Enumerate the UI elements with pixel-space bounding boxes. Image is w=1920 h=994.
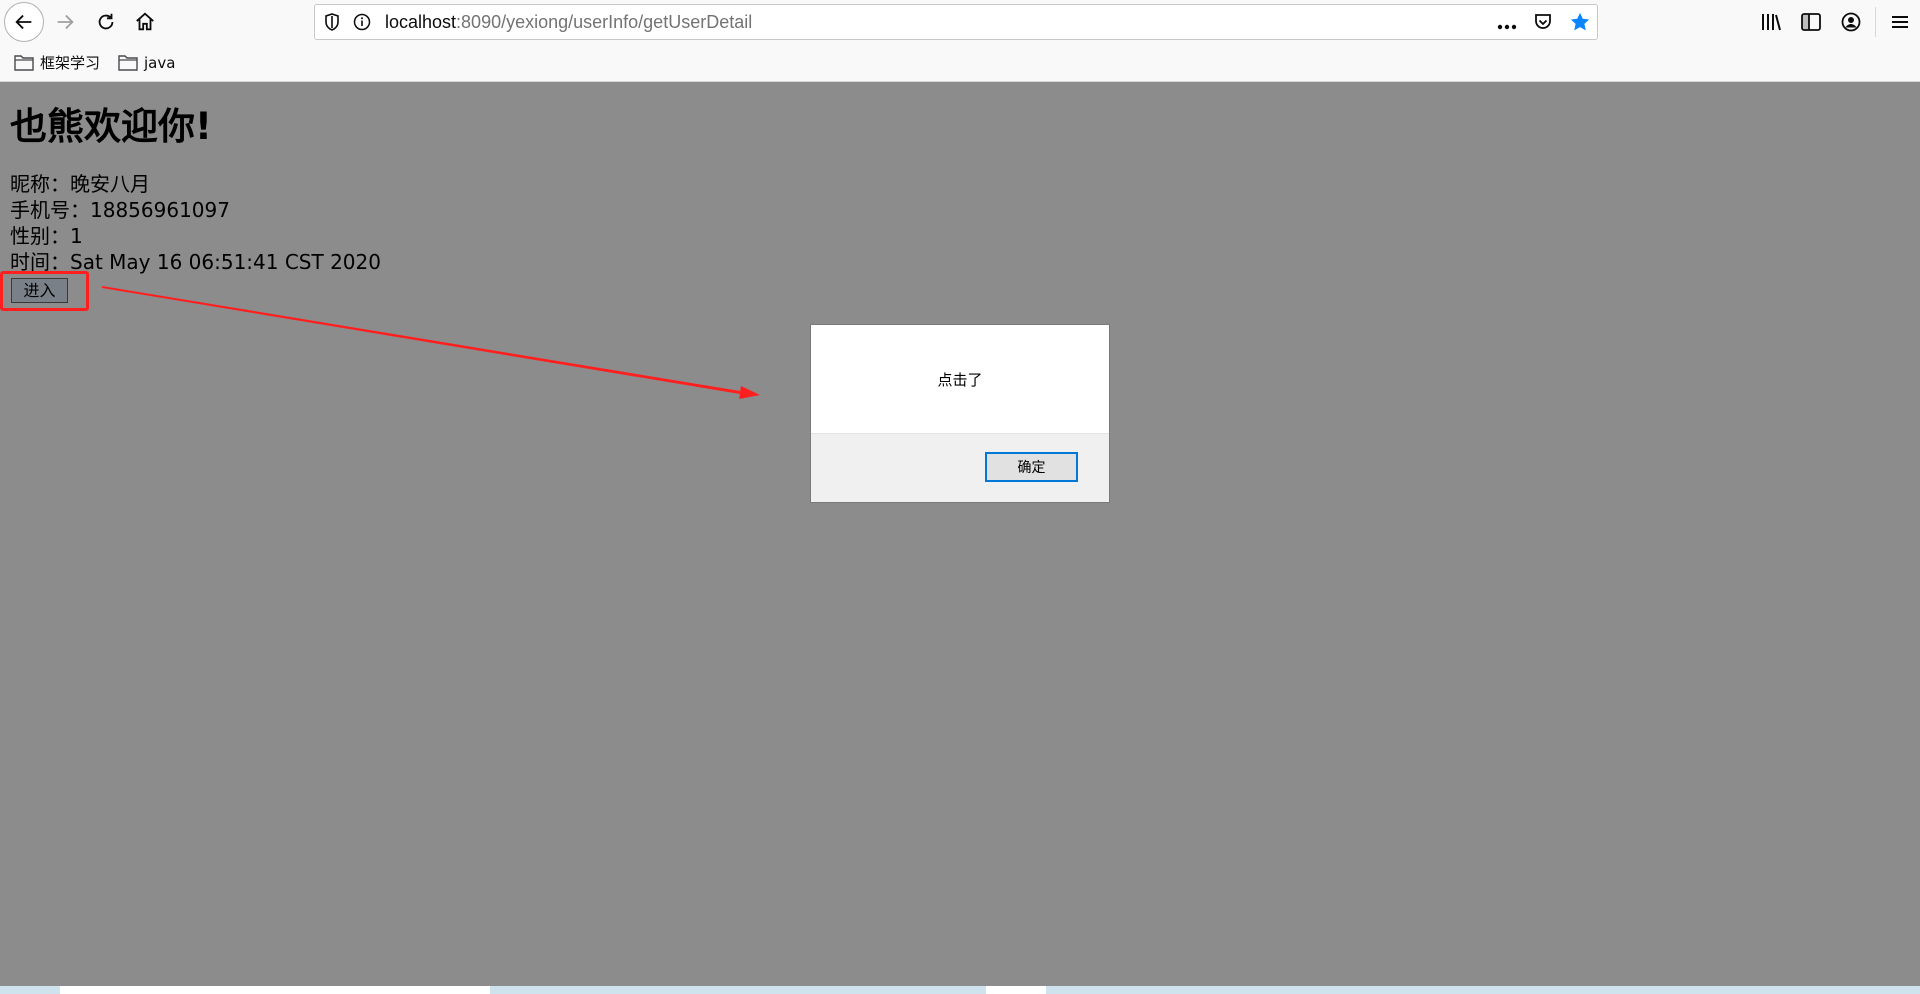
folder-icon <box>118 55 138 71</box>
dialog-message: 点击了 <box>937 370 983 389</box>
tracking-shield-icon[interactable] <box>321 11 343 33</box>
library-button[interactable] <box>1751 5 1791 39</box>
browser-toolbar: localhost:8090/yexiong/userInfo/getUserD… <box>0 0 1920 44</box>
url-bar[interactable]: localhost:8090/yexiong/userInfo/getUserD… <box>314 4 1598 40</box>
folder-icon <box>14 55 34 71</box>
taskbar-item[interactable] <box>986 986 1046 994</box>
bookmark-label: 框架学习 <box>40 54 101 72</box>
sidebar-button[interactable] <box>1791 5 1831 39</box>
annotation-highlight-box <box>0 271 89 311</box>
back-button[interactable] <box>4 2 44 42</box>
arrow-right-icon <box>57 14 74 30</box>
taskbar-item[interactable] <box>60 986 490 994</box>
bookmarks-toolbar: 框架学习 java <box>0 44 1920 82</box>
annotation-arrow <box>102 286 760 399</box>
page-title: 也熊欢迎你! <box>10 105 212 148</box>
account-icon <box>1841 12 1861 32</box>
bookmark-folder-frameworks[interactable]: 框架学习 <box>14 52 100 73</box>
arrow-left-icon <box>15 14 32 30</box>
alert-dialog: 点击了 确定 <box>810 324 1110 503</box>
menu-button[interactable] <box>1880 5 1920 39</box>
toolbar-divider <box>1875 7 1876 37</box>
home-button[interactable] <box>128 5 162 39</box>
url-host: localhost <box>385 11 457 32</box>
phone-text: 手机号：18856961097 <box>10 198 230 222</box>
nickname-text: 昵称：晚安八月 <box>10 172 150 196</box>
dialog-footer: 确定 <box>811 433 1109 502</box>
hamburger-menu-icon <box>1892 16 1908 28</box>
library-icon <box>1762 14 1781 31</box>
taskbar-strip <box>0 986 1920 994</box>
reload-button[interactable] <box>89 5 123 39</box>
reload-icon <box>98 13 114 30</box>
pocket-icon[interactable] <box>1533 12 1553 36</box>
ok-button[interactable]: 确定 <box>985 452 1078 482</box>
gender-text: 性别：1 <box>10 224 83 248</box>
account-button[interactable] <box>1831 5 1871 39</box>
home-icon <box>136 12 154 31</box>
site-info-icon[interactable] <box>351 11 373 33</box>
sidebar-icon <box>1801 13 1821 31</box>
bookmark-label: java <box>144 53 176 72</box>
toolbar-right <box>1751 5 1920 39</box>
page-content: 也熊欢迎你! 昵称：晚安八月 手机号：18856961097 性别：1 时间：S… <box>0 82 1920 986</box>
bookmark-star-icon[interactable] <box>1569 11 1591 37</box>
url-path: :8090/yexiong/userInfo/getUserDetail <box>456 11 753 32</box>
url-text[interactable]: localhost:8090/yexiong/userInfo/getUserD… <box>385 12 752 33</box>
bookmark-folder-java[interactable]: java <box>118 54 175 72</box>
page-actions-icon[interactable] <box>1497 15 1517 34</box>
forward-button[interactable] <box>48 5 82 39</box>
